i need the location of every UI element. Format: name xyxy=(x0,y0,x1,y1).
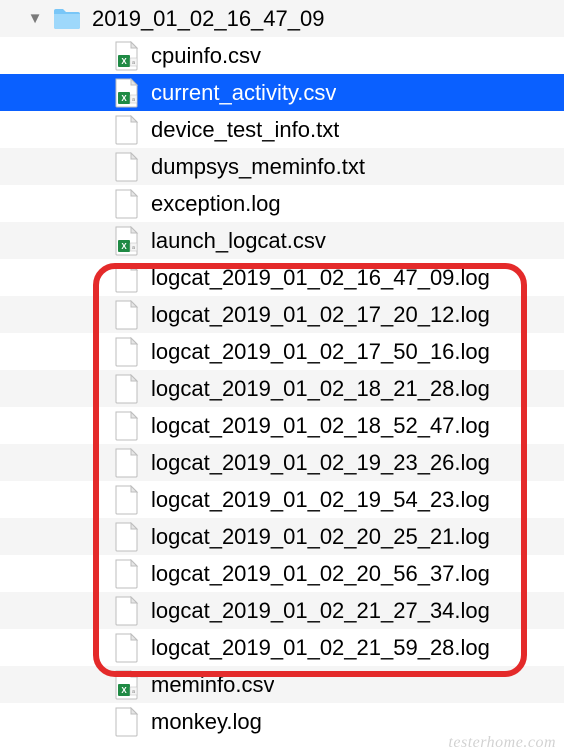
file-label: launch_logcat.csv xyxy=(151,228,326,254)
file-label: logcat_2019_01_02_20_56_37.log xyxy=(151,561,490,587)
folder-label: 2019_01_02_16_47_09 xyxy=(92,6,324,32)
blank-file-icon xyxy=(113,337,139,367)
blank-file-icon xyxy=(113,522,139,552)
file-label: logcat_2019_01_02_21_59_28.log xyxy=(151,635,490,661)
file-row[interactable]: logcat_2019_01_02_19_23_26.log xyxy=(0,444,564,481)
file-row[interactable]: current_activity.csv xyxy=(0,74,564,111)
blank-file-icon xyxy=(113,448,139,478)
file-row[interactable]: logcat_2019_01_02_17_20_12.log xyxy=(0,296,564,333)
disclosure-triangle-icon[interactable]: ▼ xyxy=(28,10,42,27)
file-label: logcat_2019_01_02_17_20_12.log xyxy=(151,302,490,328)
file-row[interactable]: dumpsys_meminfo.txt xyxy=(0,148,564,185)
file-label: current_activity.csv xyxy=(151,80,336,106)
file-label: logcat_2019_01_02_19_23_26.log xyxy=(151,450,490,476)
file-label: logcat_2019_01_02_17_50_16.log xyxy=(151,339,490,365)
blank-file-icon xyxy=(113,411,139,441)
csv-file-icon xyxy=(113,670,139,700)
blank-file-icon xyxy=(113,559,139,589)
file-label: device_test_info.txt xyxy=(151,117,339,143)
blank-file-icon xyxy=(113,115,139,145)
file-row[interactable]: logcat_2019_01_02_18_21_28.log xyxy=(0,370,564,407)
folder-icon xyxy=(52,7,82,31)
csv-file-icon xyxy=(113,78,139,108)
file-label: dumpsys_meminfo.txt xyxy=(151,154,365,180)
file-row[interactable]: cpuinfo.csv xyxy=(0,37,564,74)
blank-file-icon xyxy=(113,300,139,330)
file-label: meminfo.csv xyxy=(151,672,274,698)
file-tree: ▼ 2019_01_02_16_47_09 cpuinfo.csv current_a… xyxy=(0,0,564,740)
file-row[interactable]: logcat_2019_01_02_21_27_34.log xyxy=(0,592,564,629)
file-row[interactable]: logcat_2019_01_02_18_52_47.log xyxy=(0,407,564,444)
folder-row[interactable]: ▼ 2019_01_02_16_47_09 xyxy=(0,0,564,37)
file-label: logcat_2019_01_02_21_27_34.log xyxy=(151,598,490,624)
file-row[interactable]: logcat_2019_01_02_20_25_21.log xyxy=(0,518,564,555)
file-label: cpuinfo.csv xyxy=(151,43,261,69)
file-row[interactable]: meminfo.csv xyxy=(0,666,564,703)
file-row[interactable]: logcat_2019_01_02_20_56_37.log xyxy=(0,555,564,592)
blank-file-icon xyxy=(113,596,139,626)
blank-file-icon xyxy=(113,633,139,663)
file-row[interactable]: device_test_info.txt xyxy=(0,111,564,148)
file-label: exception.log xyxy=(151,191,281,217)
file-label: logcat_2019_01_02_18_52_47.log xyxy=(151,413,490,439)
csv-file-icon xyxy=(113,41,139,71)
file-label: logcat_2019_01_02_19_54_23.log xyxy=(151,487,490,513)
file-row[interactable]: exception.log xyxy=(0,185,564,222)
watermark: testerhome.com xyxy=(448,734,556,752)
blank-file-icon xyxy=(113,374,139,404)
file-label: logcat_2019_01_02_20_25_21.log xyxy=(151,524,490,550)
file-label: logcat_2019_01_02_16_47_09.log xyxy=(151,265,490,291)
blank-file-icon xyxy=(113,263,139,293)
blank-file-icon xyxy=(113,707,139,737)
file-row[interactable]: logcat_2019_01_02_17_50_16.log xyxy=(0,333,564,370)
blank-file-icon xyxy=(113,485,139,515)
file-row[interactable]: logcat_2019_01_02_16_47_09.log xyxy=(0,259,564,296)
file-row[interactable]: logcat_2019_01_02_19_54_23.log xyxy=(0,481,564,518)
blank-file-icon xyxy=(113,189,139,219)
csv-file-icon xyxy=(113,226,139,256)
file-label: monkey.log xyxy=(151,709,262,735)
file-label: logcat_2019_01_02_18_21_28.log xyxy=(151,376,490,402)
file-row[interactable]: logcat_2019_01_02_21_59_28.log xyxy=(0,629,564,666)
file-row[interactable]: launch_logcat.csv xyxy=(0,222,564,259)
blank-file-icon xyxy=(113,152,139,182)
